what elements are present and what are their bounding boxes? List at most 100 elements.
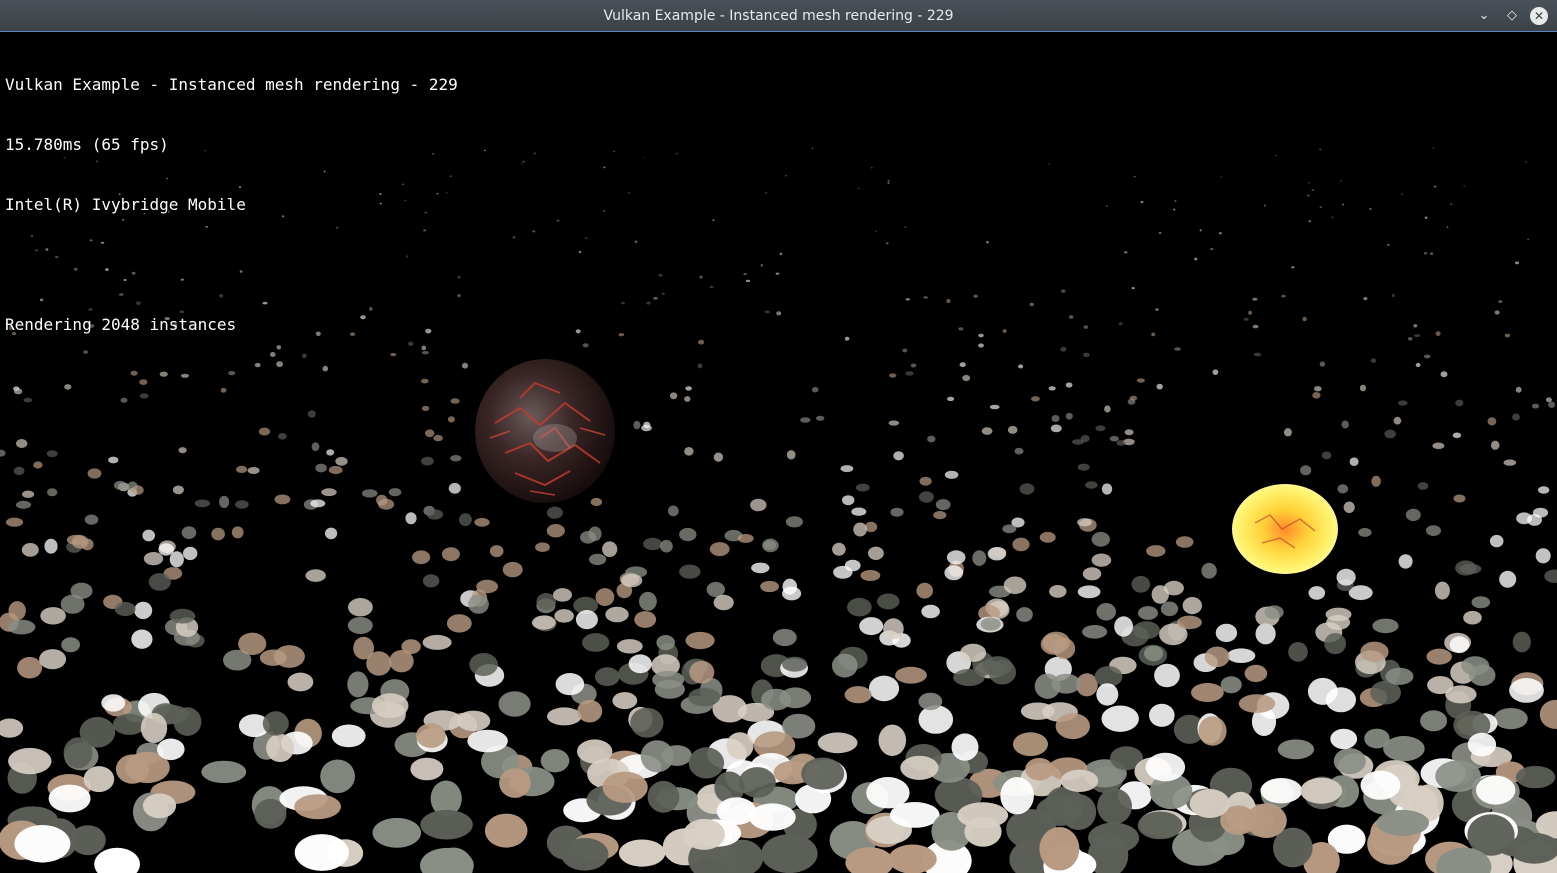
- asteroid-rock: [1049, 585, 1067, 598]
- asteroid-rock: [512, 236, 516, 239]
- asteroid-rock: [1051, 673, 1081, 694]
- asteroid-rock: [540, 749, 570, 773]
- asteroid-rock: [1455, 399, 1464, 407]
- asteroid-rock: [1227, 648, 1256, 663]
- asteroid-rock: [639, 591, 657, 611]
- asteroid-rock: [978, 333, 984, 338]
- diamond-icon[interactable]: ◇: [1502, 6, 1522, 26]
- asteroid-rock: [1060, 794, 1097, 830]
- asteroid-rock: [688, 747, 725, 779]
- asteroid-rock: [1494, 310, 1500, 315]
- asteroid-rock: [1339, 180, 1343, 182]
- asteroid-rock: [927, 435, 936, 443]
- asteroid-rock: [1469, 664, 1496, 686]
- asteroid-rock: [675, 152, 679, 155]
- window-titlebar[interactable]: Vulkan Example - Instanced mesh renderin…: [0, 0, 1557, 32]
- asteroid-rock: [919, 476, 932, 486]
- asteroid-rock: [962, 374, 971, 382]
- close-icon[interactable]: ✕: [1530, 7, 1548, 25]
- asteroid-rock: [935, 499, 951, 511]
- asteroid-rock: [760, 263, 764, 267]
- asteroid-rock: [64, 384, 72, 390]
- asteroid-rock: [964, 816, 1002, 847]
- asteroid-rock: [1154, 663, 1180, 688]
- asteroid-rock: [489, 545, 504, 558]
- asteroid-rock: [1060, 769, 1099, 792]
- asteroid-rock: [1215, 623, 1238, 643]
- asteroid-rock: [1091, 553, 1112, 567]
- asteroid-rock: [1358, 527, 1372, 537]
- asteroid-rock: [1101, 483, 1113, 495]
- asteroid-rock: [21, 543, 39, 557]
- asteroid-rock: [738, 767, 776, 798]
- asteroid-rock: [1531, 403, 1540, 409]
- asteroid-rock: [944, 565, 964, 581]
- asteroid-rock: [878, 724, 907, 756]
- asteroid-rock: [142, 529, 155, 542]
- asteroid-rock: [1300, 777, 1343, 804]
- asteroid-rock: [178, 447, 187, 454]
- asteroid-rock: [1341, 420, 1349, 429]
- asteroid-rock: [120, 397, 128, 403]
- asteroid-rock: [328, 465, 343, 475]
- asteroid-rock: [1132, 621, 1160, 640]
- asteroid-rock: [716, 797, 757, 825]
- asteroid-rock: [1471, 596, 1491, 609]
- asteroid-rock: [23, 397, 33, 403]
- asteroid-rock: [1426, 648, 1452, 665]
- asteroid-rock: [1371, 475, 1381, 487]
- asteroid-rock: [1423, 252, 1428, 255]
- asteroid-rock: [1219, 232, 1222, 235]
- asteroid-rock: [1051, 415, 1060, 422]
- asteroid-rock: [1082, 352, 1090, 357]
- asteroid-rock: [1337, 484, 1349, 494]
- asteroid-rock: [1393, 416, 1402, 425]
- chevron-down-icon[interactable]: ⌄: [1474, 6, 1494, 26]
- asteroid-rock: [859, 617, 884, 636]
- asteroid-rock: [840, 465, 854, 473]
- asteroid-rock: [1151, 332, 1156, 337]
- asteroid-rock: [1499, 570, 1517, 588]
- asteroid-rock: [1385, 667, 1414, 685]
- asteroid-rock: [853, 522, 867, 537]
- asteroid-rock: [760, 580, 779, 593]
- asteroid-rock: [684, 396, 691, 402]
- asteroid-rock: [94, 847, 140, 873]
- asteroid-rock: [1321, 451, 1332, 460]
- asteroid-rock: [320, 759, 355, 794]
- asteroid-rock: [1349, 457, 1359, 467]
- asteroid-rock: [978, 343, 984, 348]
- asteroid-rock: [1401, 193, 1403, 196]
- gpu-name: Intel(R) Ivybridge Mobile: [5, 195, 246, 214]
- asteroid-rock: [361, 489, 378, 498]
- asteroid-rock: [378, 498, 395, 510]
- asteroid-rock: [698, 339, 705, 345]
- asteroid-rock: [712, 219, 715, 221]
- asteroid-rock: [1308, 220, 1312, 223]
- asteroid-rock: [1314, 386, 1322, 392]
- asteroid-rock: [447, 416, 455, 423]
- asteroid-rock: [643, 156, 645, 159]
- asteroid-rock: [14, 825, 71, 863]
- asteroid-rock: [547, 707, 582, 726]
- render-viewport[interactable]: Vulkan Example - Instanced mesh renderin…: [0, 33, 1557, 873]
- asteroid-rock: [900, 755, 939, 780]
- asteroid-rock: [546, 524, 565, 538]
- asteroid-rock: [643, 537, 663, 551]
- asteroid-rock: [855, 483, 870, 492]
- asteroid-rock: [646, 301, 651, 305]
- asteroid-rock: [307, 410, 316, 418]
- asteroid-rock: [688, 687, 721, 707]
- asteroid-rock: [1515, 765, 1556, 789]
- asteroid-rock: [1333, 748, 1366, 775]
- asteroid-rock: [13, 466, 25, 476]
- frame-time: 15.780ms (65 fps): [5, 135, 169, 154]
- asteroid-rock: [888, 844, 937, 873]
- asteroid-rock: [531, 615, 556, 630]
- asteroid-rock: [1191, 683, 1224, 702]
- asteroid-rock: [15, 500, 32, 509]
- asteroid-rock: [1156, 383, 1163, 390]
- asteroid-rock: [1308, 182, 1310, 184]
- asteroid-rock: [1489, 534, 1504, 548]
- asteroid-rock: [1137, 811, 1183, 840]
